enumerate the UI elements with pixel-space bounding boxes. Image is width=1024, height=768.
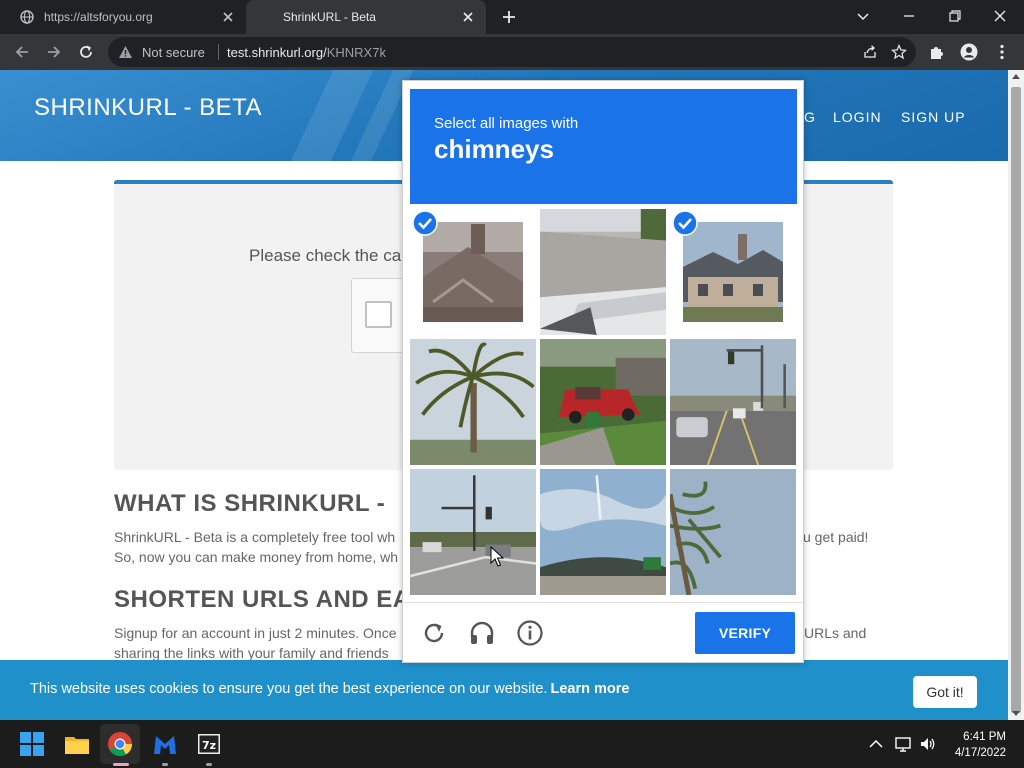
malwarebytes-running-indicator <box>162 763 168 766</box>
tile-image <box>410 469 536 595</box>
globe-icon <box>20 10 34 24</box>
image-tile-4[interactable] <box>410 339 536 465</box>
clock-time: 6:41 PM <box>963 731 1006 743</box>
not-secure-label[interactable]: Not secure <box>142 45 205 60</box>
tab-label: ShrinkURL - Beta <box>283 10 376 24</box>
learn-more-link[interactable]: Learn more <box>550 681 629 697</box>
close-tab-icon[interactable] <box>220 9 236 25</box>
card-instruction: Please check the ca <box>249 246 402 265</box>
tab-altsforyou[interactable]: https://altsforyou.org <box>0 0 246 34</box>
image-tile-2[interactable] <box>540 209 666 335</box>
forward-icon[interactable] <box>45 43 63 61</box>
nav-login[interactable]: LOGIN <box>833 109 882 125</box>
challenge-instruction: Select all images with <box>434 115 579 132</box>
info-icon[interactable] <box>516 619 544 647</box>
network-monitor-icon[interactable] <box>894 735 912 753</box>
profile-avatar-icon[interactable] <box>960 43 978 61</box>
tile-image <box>683 222 783 322</box>
windows-start-icon[interactable] <box>18 730 46 758</box>
malwarebytes-icon[interactable] <box>151 730 179 758</box>
extensions-puzzle-icon[interactable] <box>928 43 946 61</box>
reload-icon[interactable] <box>77 43 95 61</box>
url-host: test.shrinkurl.org/ <box>227 45 327 60</box>
tile-image <box>410 339 536 465</box>
warning-icon[interactable] <box>118 45 133 59</box>
browser-toolbar: Not secure test.shrinkurl.org/KHNRX7k <box>0 34 1024 70</box>
close-tab-icon[interactable] <box>460 9 476 25</box>
tile-image <box>540 209 666 335</box>
back-icon[interactable] <box>13 43 31 61</box>
verify-button[interactable]: VERIFY <box>695 612 795 654</box>
section-title-what-is: WHAT IS SHRINKURL - <box>114 490 386 517</box>
minimize-icon[interactable] <box>901 8 917 24</box>
tab-search-chevron-icon[interactable] <box>855 8 871 24</box>
selected-check-icon <box>412 210 438 236</box>
share-icon[interactable] <box>862 44 878 60</box>
cookie-text: This website uses cookies to ensure you … <box>30 681 548 697</box>
cookie-banner: This website uses cookies to ensure you … <box>0 660 1008 720</box>
section-text-line: u get paid! <box>803 529 869 545</box>
image-tile-8[interactable] <box>540 469 666 595</box>
image-tile-5[interactable] <box>540 339 666 465</box>
challenge-header: Select all images with chimneys <box>410 89 797 204</box>
bookmark-star-icon[interactable] <box>891 44 907 60</box>
reload-challenge-icon[interactable] <box>420 619 448 647</box>
recaptcha-challenge: Select all images with chimneys VERIFY <box>402 80 804 663</box>
system-clock[interactable]: 6:41 PM 4/17/2022 <box>955 729 1006 761</box>
section-text-line: URLs and <box>804 625 867 641</box>
chrome-running-indicator <box>113 763 129 766</box>
7zip-icon[interactable]: 7z <box>195 730 223 758</box>
new-tab-icon[interactable] <box>500 8 518 26</box>
tab-shrinkurl[interactable]: ShrinkURL - Beta <box>246 0 486 34</box>
image-tile-6[interactable] <box>670 339 796 465</box>
clock-date: 4/17/2022 <box>954 747 1006 759</box>
scrollbar-thumb[interactable] <box>1011 87 1021 713</box>
close-window-icon[interactable] <box>992 8 1008 24</box>
tile-image <box>540 469 666 595</box>
page-scrollbar[interactable] <box>1008 70 1024 720</box>
address-bar[interactable]: Not secure test.shrinkurl.org/KHNRX7k <box>108 37 916 67</box>
tile-image <box>423 222 523 322</box>
file-explorer-icon[interactable] <box>63 730 91 758</box>
cookie-message: This website uses cookies to ensure you … <box>30 681 629 697</box>
tile-image <box>540 339 666 465</box>
challenge-footer-divider <box>403 602 803 603</box>
audio-challenge-headphones-icon[interactable] <box>468 619 496 647</box>
scroll-down-arrow-icon[interactable] <box>1012 711 1020 716</box>
image-tile-9[interactable] <box>670 469 796 595</box>
url-path: KHNRX7k <box>326 45 386 60</box>
tab-strip: https://altsforyou.org ShrinkURL - Beta <box>0 0 1024 34</box>
recaptcha-checkbox[interactable] <box>365 301 392 328</box>
scroll-up-arrow-icon[interactable] <box>1012 74 1020 79</box>
tile-image <box>670 339 796 465</box>
got-it-button[interactable]: Got it! <box>913 676 977 708</box>
kebab-menu-icon[interactable] <box>993 43 1011 61</box>
url-text[interactable]: test.shrinkurl.org/KHNRX7k <box>227 45 386 60</box>
7zip-running-indicator <box>206 763 212 766</box>
omnibox-divider <box>218 44 219 60</box>
tab-label: https://altsforyou.org <box>44 10 153 24</box>
svg-text:7z: 7z <box>202 739 216 752</box>
section-title-shorten: SHORTEN URLS AND EA <box>114 586 411 613</box>
selected-check-icon <box>672 210 698 236</box>
nav-signup[interactable]: SIGN UP <box>901 109 966 125</box>
mouse-cursor-icon <box>490 546 504 567</box>
chrome-icon[interactable] <box>106 730 134 758</box>
tile-image <box>670 469 796 595</box>
nav-item-partial[interactable]: G <box>804 109 816 125</box>
show-hidden-icons-chevron-icon[interactable] <box>867 735 885 753</box>
volume-icon[interactable] <box>919 735 937 753</box>
site-logo[interactable]: SHRINKURL - BETA <box>34 94 262 122</box>
challenge-target: chimneys <box>434 134 554 164</box>
restore-icon[interactable] <box>947 8 963 24</box>
image-tile-1[interactable] <box>410 209 536 335</box>
image-tile-7[interactable] <box>410 469 536 595</box>
taskbar: 7z 6:41 PM 4/17/2022 <box>0 720 1024 768</box>
image-tile-3[interactable] <box>670 209 796 335</box>
